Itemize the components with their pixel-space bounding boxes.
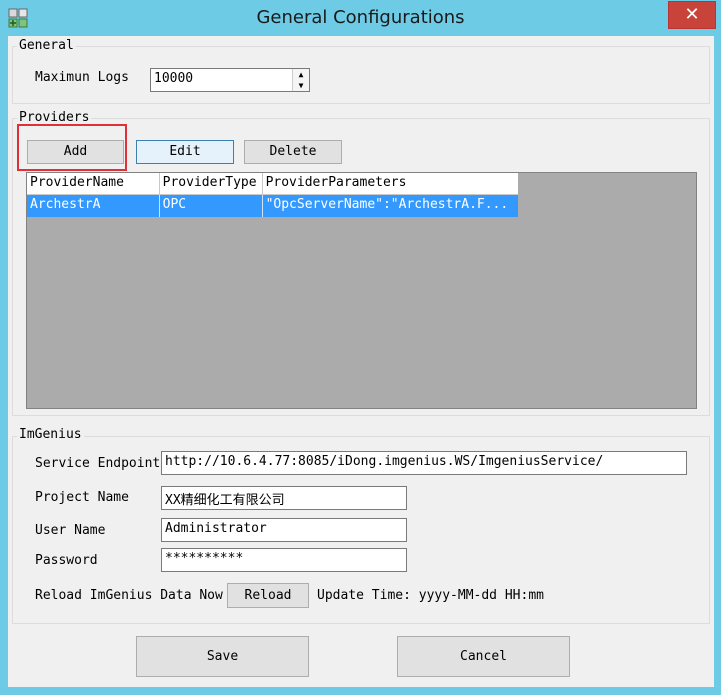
providers-group-label: Providers (17, 110, 92, 125)
password-label: Password (35, 553, 98, 568)
endpoint-input[interactable]: http://10.6.4.77:8085/iDong.imgenius.WS/… (161, 451, 687, 475)
window-title: General Configurations (256, 7, 465, 28)
column-header-provider-name[interactable]: ProviderName (27, 173, 160, 195)
provider-name-cell: ArchestrA (27, 195, 160, 217)
close-button[interactable]: ✕ (668, 1, 716, 29)
general-group-label: General (17, 38, 76, 53)
table-row[interactable]: ArchestrA OPC "OpcServerName":"ArchestrA… (27, 195, 518, 217)
user-name-label: User Name (35, 523, 106, 538)
edit-button[interactable]: Edit (136, 140, 234, 164)
imgenius-group-label: ImGenius (17, 427, 84, 442)
column-header-provider-type[interactable]: ProviderType (160, 173, 263, 195)
endpoint-label: Service Endpoint (35, 456, 161, 471)
update-time-text: Update Time: yyyy-MM-dd HH:mm (317, 588, 544, 603)
project-name-label: Project Name (35, 490, 129, 505)
grid-header: ProviderName ProviderType ProviderParame… (27, 173, 518, 195)
password-input[interactable]: ********** (161, 548, 407, 572)
provider-parameters-cell: "OpcServerName":"ArchestrA.F... (265, 197, 509, 212)
save-button[interactable]: Save (136, 636, 309, 677)
reload-button[interactable]: Reload (227, 583, 309, 608)
user-name-input[interactable]: Administrator (161, 518, 407, 542)
reload-label: Reload ImGenius Data Now (35, 588, 223, 603)
max-logs-input[interactable]: 10000 (150, 68, 310, 92)
highlight-box (17, 124, 127, 171)
cancel-button[interactable]: Cancel (397, 636, 570, 677)
max-logs-label: Maximun Logs (35, 70, 129, 85)
project-name-input[interactable]: XX精细化工有限公司 (161, 486, 407, 510)
delete-button[interactable]: Delete (244, 140, 342, 164)
column-header-provider-parameters[interactable]: ProviderParameters (263, 173, 518, 195)
spin-down-icon[interactable]: ▼ (292, 80, 309, 91)
provider-type-cell: OPC (160, 195, 263, 217)
spin-up-icon[interactable]: ▲ (292, 69, 309, 80)
max-logs-value: 10000 (154, 71, 194, 86)
